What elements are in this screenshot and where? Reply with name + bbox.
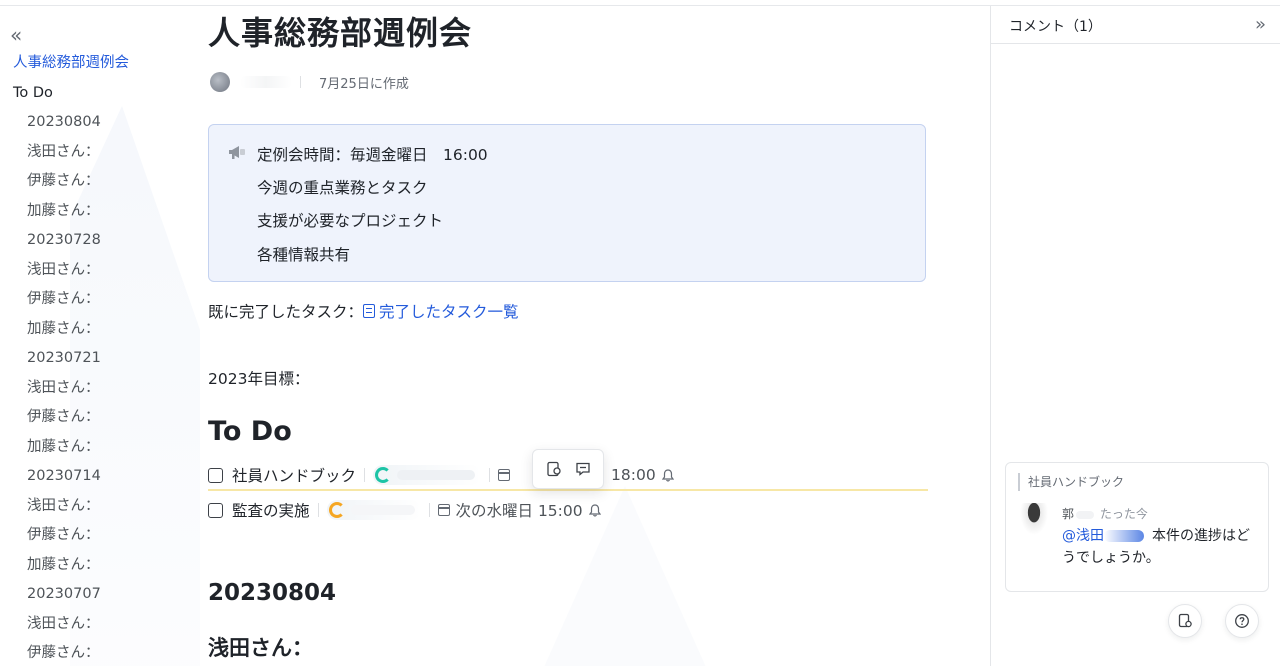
outline-item[interactable]: 浅田さん： xyxy=(0,260,200,290)
collapse-outline-icon[interactable]: « xyxy=(10,25,30,46)
section-heading-date: 20230804 xyxy=(208,580,337,606)
todo-heading: To Do xyxy=(208,416,292,447)
document-body: 人事総務部週例会 7月25日に作成 定例会時間：毎週金曜日 16:00 今週の重… xyxy=(200,6,990,666)
document-icon xyxy=(363,304,376,318)
outline-item[interactable]: 20230721 xyxy=(0,348,200,378)
help-button[interactable] xyxy=(1225,604,1259,638)
assignee-name-redacted xyxy=(350,505,415,515)
task-assignee[interactable] xyxy=(326,500,421,520)
outline-item[interactable]: To Do xyxy=(0,83,200,113)
floating-toolbar xyxy=(532,449,604,489)
comment-meta: 郭 たった今 xyxy=(1062,505,1148,522)
comments-panel: コメント（1） » 社員ハンドブック 郭 たった今 @浅田 本件の進捗はどうでしょ… xyxy=(990,6,1280,666)
outline-item[interactable]: 伊藤さん： xyxy=(0,171,200,201)
comment-quote[interactable]: 社員ハンドブック xyxy=(1018,473,1124,491)
comment-time: たった今 xyxy=(1099,507,1148,521)
comments-title: コメント（1） xyxy=(1009,19,1102,35)
outline-item[interactable]: 伊藤さん： xyxy=(0,643,200,666)
outline-list: 人事総務部週例会 To Do 20230804 浅田さん： 伊藤さん： 加藤さん： 2023… xyxy=(0,53,200,666)
calendar-icon xyxy=(437,504,450,516)
outline-item[interactable]: 伊藤さん： xyxy=(0,289,200,319)
collapse-panel-icon[interactable]: » xyxy=(1255,14,1266,35)
outline-item[interactable]: 浅田さん： xyxy=(0,142,200,172)
author-name-redacted xyxy=(240,76,292,88)
commenter-avatar[interactable] xyxy=(1020,503,1048,535)
task-checkbox[interactable] xyxy=(208,467,223,483)
outline-item[interactable]: 20230728 xyxy=(0,230,200,260)
task-divider xyxy=(428,503,430,517)
commenter-name-redacted xyxy=(1076,510,1095,519)
comment-card[interactable]: 社員ハンドブック 郭 たった今 @浅田 本件の進捗はどうでしょうか。 xyxy=(1005,462,1269,592)
task-assignee[interactable] xyxy=(373,465,482,485)
task-divider xyxy=(489,468,491,482)
section-heading-person: 浅田さん： xyxy=(208,636,313,660)
callout-line: 定例会時間：毎週金曜日 16:00 xyxy=(257,146,488,164)
callout-line: 支援が必要なプロジェクト xyxy=(257,212,444,230)
meta-divider xyxy=(300,76,301,88)
outline-sidebar: « 人事総務部週例会 To Do 20230804 浅田さん： 伊藤さん： 加藤さん： 20… xyxy=(0,6,200,666)
bell-icon[interactable] xyxy=(588,503,601,517)
task-due[interactable]: 18:00 xyxy=(611,466,656,484)
outline-item[interactable]: 加藤さん： xyxy=(0,201,200,231)
comment-icon xyxy=(575,462,590,476)
callout-line: 今週の重点業務とタスク xyxy=(257,179,428,197)
task-checkbox[interactable] xyxy=(208,502,223,518)
outline-item[interactable]: 伊藤さん： xyxy=(0,407,200,437)
outline-item[interactable]: 加藤さん： xyxy=(0,555,200,585)
mention-redacted xyxy=(1104,530,1144,542)
outline-item[interactable]: 20230714 xyxy=(0,466,200,496)
help-icon xyxy=(1235,614,1249,628)
doc-info-button[interactable] xyxy=(1168,604,1202,638)
done-tasks-label: 既に完了したタスク： xyxy=(208,303,364,321)
bell-icon[interactable] xyxy=(661,468,674,482)
comment-body: @浅田 本件の進捗はどうでしょうか。 xyxy=(1062,525,1262,569)
callout-block[interactable]: 定例会時間：毎週金曜日 16:00 今週の重点業務とタスク 支援が必要なプロジェ… xyxy=(208,124,926,282)
task-divider xyxy=(364,468,366,482)
outline-item[interactable]: 20230707 xyxy=(0,584,200,614)
outline-item[interactable]: 加藤さん： xyxy=(0,437,200,467)
doc-meta: 7月25日に作成 xyxy=(210,70,409,94)
outline-item[interactable]: 浅田さん： xyxy=(0,378,200,408)
created-date: 7月25日に作成 xyxy=(319,76,409,92)
outline-item[interactable]: 浅田さん： xyxy=(0,496,200,526)
task-title: 社員ハンドブック xyxy=(232,467,357,485)
outline-item[interactable]: 20230804 xyxy=(0,112,200,142)
goal-text: 2023年目標： xyxy=(208,370,310,388)
outline-item[interactable]: 加藤さん： xyxy=(0,319,200,349)
done-tasks-row: 既に完了したタスク： 完了したタスク一覧 xyxy=(208,300,519,322)
outline-item[interactable]: 人事総務部週例会 xyxy=(0,53,200,83)
task-divider xyxy=(317,503,319,517)
link-task-button[interactable] xyxy=(543,458,565,480)
outline-item[interactable]: 浅田さん： xyxy=(0,614,200,644)
document-link-icon xyxy=(1178,613,1192,628)
task-due[interactable]: 次の水曜日 15:00 xyxy=(456,499,583,521)
add-comment-button[interactable] xyxy=(572,458,594,480)
outline-item[interactable]: 伊藤さん： xyxy=(0,525,200,555)
commenter-name: 郭 xyxy=(1062,507,1075,521)
assignee-name-redacted xyxy=(397,470,476,480)
assignee-avatar xyxy=(328,502,345,518)
task-title: 監査の実施 xyxy=(232,502,310,520)
callout-line: 各種情報共有 xyxy=(257,246,351,264)
done-tasks-link[interactable]: 完了したタスク一覧 xyxy=(363,300,519,322)
assignee-avatar xyxy=(375,467,392,483)
page-title: 人事総務部週例会 xyxy=(208,14,473,52)
calendar-icon xyxy=(498,469,511,481)
author-avatar[interactable] xyxy=(210,72,230,92)
comment-mention[interactable]: @浅田 xyxy=(1062,528,1104,544)
done-tasks-link-text: 完了したタスク一覧 xyxy=(379,303,519,321)
link-doc-icon xyxy=(546,461,561,477)
megaphone-icon xyxy=(229,146,245,159)
task-item[interactable]: 監査の実施 次の水曜日 15:00 xyxy=(208,498,601,522)
comments-header: コメント（1） » xyxy=(991,6,1280,44)
